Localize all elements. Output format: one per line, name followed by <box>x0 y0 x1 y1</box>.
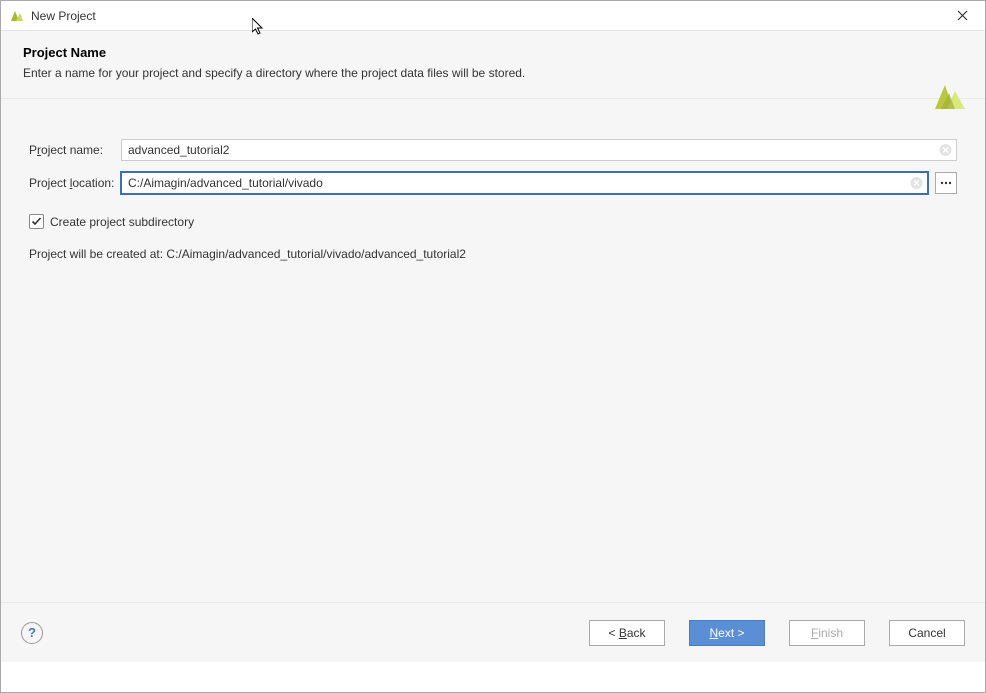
page-title: Project Name <box>23 45 963 60</box>
clear-name-icon[interactable] <box>939 144 952 157</box>
creation-path-text: Project will be created at: C:/Aimagin/a… <box>29 247 957 261</box>
project-name-label: Project name: <box>29 143 121 157</box>
dialog-content: Project Name Enter a name for your proje… <box>1 31 985 662</box>
app-icon <box>9 8 25 24</box>
dialog-header: Project Name Enter a name for your proje… <box>1 31 985 99</box>
back-button[interactable]: < Back <box>589 620 665 646</box>
dialog-footer: ? < Back Next > Finish Cancel <box>1 602 985 662</box>
vivado-logo <box>931 79 967 118</box>
clear-location-icon[interactable] <box>910 177 923 190</box>
project-name-row: Project name: <box>29 139 957 161</box>
project-name-input[interactable] <box>121 139 957 161</box>
cancel-button[interactable]: Cancel <box>889 620 965 646</box>
form-area: Project name: Project location: <box>1 99 985 602</box>
browse-location-button[interactable] <box>935 172 957 194</box>
project-location-label: Project location: <box>29 176 121 190</box>
project-location-row: Project location: <box>29 172 957 194</box>
create-subdir-checkbox[interactable] <box>29 214 44 229</box>
titlebar: New Project <box>1 1 985 31</box>
finish-button: Finish <box>789 620 865 646</box>
create-subdir-row: Create project subdirectory <box>29 214 957 229</box>
close-button[interactable] <box>947 4 977 28</box>
window-title: New Project <box>31 9 96 23</box>
project-location-input[interactable] <box>121 172 928 194</box>
create-subdir-label: Create project subdirectory <box>50 215 194 229</box>
page-description: Enter a name for your project and specif… <box>23 66 963 80</box>
next-button[interactable]: Next > <box>689 620 765 646</box>
help-button[interactable]: ? <box>21 622 43 644</box>
